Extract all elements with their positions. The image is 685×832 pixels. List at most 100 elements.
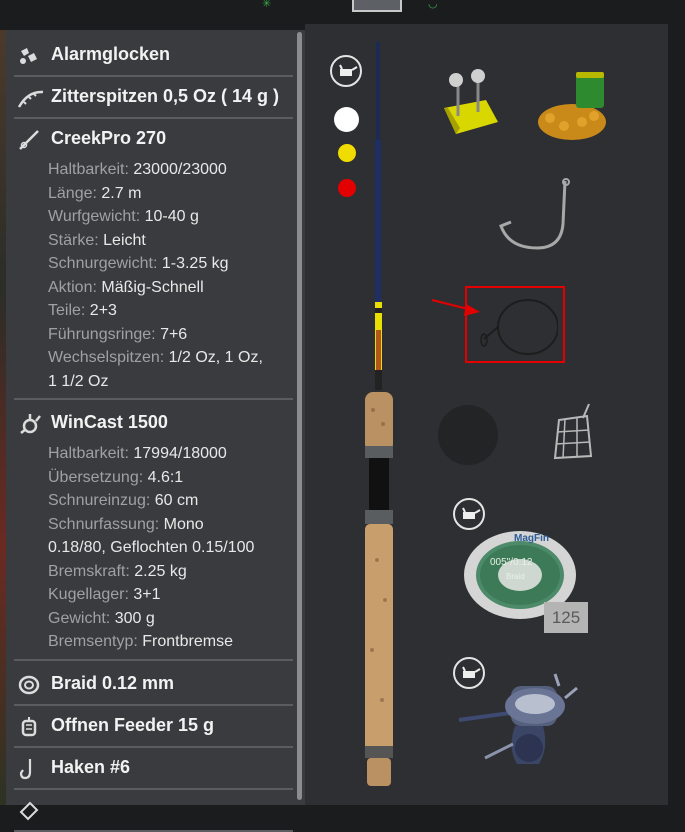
empty-slot-sinker[interactable] xyxy=(438,405,498,465)
detail-key: Bremsentyp: xyxy=(48,633,143,650)
item-title: Haken #6 xyxy=(51,757,131,777)
detail-value: Mono xyxy=(163,515,204,533)
quiver-tip-icon xyxy=(17,87,44,109)
detail-key: Bremskraft: xyxy=(48,562,135,580)
detail-row: Haltbarkeit: 23000/23000 xyxy=(48,158,298,182)
detail-value: 17994/18000 xyxy=(133,445,227,462)
bobber-yellow-dot[interactable] xyxy=(338,144,356,162)
item-title: Alarmglocken xyxy=(51,44,171,64)
background-edge xyxy=(0,30,6,805)
detail-key: Schnureinzug: xyxy=(48,492,155,509)
detail-row: Kugellager: 3+1 xyxy=(48,583,298,607)
detail-key: Haltbarkeit: xyxy=(48,445,134,462)
detail-row: Führungsringe: 7+6 xyxy=(48,323,298,347)
oil-can-icon xyxy=(339,64,358,76)
detail-value: 2.7 m xyxy=(101,184,142,202)
feeder-image[interactable] xyxy=(551,402,595,462)
detail-key: Übersetzung: xyxy=(48,468,148,486)
detail-value: Frontbremse xyxy=(142,633,233,650)
oil-can-icon xyxy=(462,507,481,519)
detail-key: Schnurfassung: xyxy=(48,515,164,533)
detail-row: Gewicht: 300 g xyxy=(48,607,298,631)
bite-alarm-image[interactable] xyxy=(438,68,504,140)
detail-row: Stärke: Leicht xyxy=(48,229,298,253)
line-spool-icon xyxy=(18,674,40,696)
reel-details: Haltbarkeit: 17994/18000 Übersetzung: 4.6… xyxy=(48,442,298,654)
detail-row: Bremsentyp: Frontbremse xyxy=(48,630,298,654)
detail-row: Haltbarkeit: 17994/18000 xyxy=(48,442,298,466)
reel-icon xyxy=(18,413,41,435)
detail-key: Teile: xyxy=(48,302,90,319)
hook-image[interactable] xyxy=(495,178,575,254)
detail-row: Schnureinzug: 60 cm xyxy=(48,489,298,513)
bell-icon xyxy=(18,45,40,67)
reel-image[interactable] xyxy=(455,668,585,778)
bait-image[interactable] xyxy=(536,70,608,142)
detail-value: 1-3.25 kg xyxy=(161,255,229,272)
detail-row: 1 1/2 Oz xyxy=(48,370,298,394)
detail-value: 60 cm xyxy=(154,492,199,509)
detail-key: Führungsringe: xyxy=(48,325,161,343)
detail-row: Teile: 2+3 xyxy=(48,299,298,323)
detail-key: Schnurgewicht: xyxy=(48,255,162,272)
line-length-badge: 125 xyxy=(544,602,588,633)
detail-key: Wechselspitzen: xyxy=(48,349,169,366)
detail-key: Kugellager: xyxy=(48,586,134,603)
item-title: WinCast 1500 xyxy=(51,412,168,432)
top-strip xyxy=(0,0,685,24)
feeder-icon xyxy=(18,716,40,738)
bobber-red-dot[interactable] xyxy=(338,179,356,197)
detail-value: 10-40 g xyxy=(144,208,199,225)
detail-value: 300 g xyxy=(114,609,155,627)
top-tab[interactable] xyxy=(352,0,402,12)
list-scrollbar[interactable] xyxy=(297,32,302,800)
list-item-feeder[interactable]: Offnen Feeder 15 g xyxy=(14,704,293,748)
detail-value: 4.6:1 xyxy=(147,468,184,486)
detail-key: Länge: xyxy=(48,184,102,202)
item-title: Offnen Feeder 15 g xyxy=(51,715,215,735)
item-title: CreekPro 270 xyxy=(51,128,167,148)
detail-value: 23000/23000 xyxy=(133,161,227,178)
detail-value: 1/2 Oz, 1 Oz, xyxy=(168,349,263,366)
rod-details: Haltbarkeit: 23000/23000 Länge: 2.7 m Wurf… xyxy=(48,158,298,393)
partial-item-icon xyxy=(18,800,40,822)
list-item-line[interactable]: Braid 0.12 mm xyxy=(14,662,293,706)
detail-value: 3+1 xyxy=(133,586,161,603)
detail-value: Mäßig-Schnell xyxy=(101,278,204,296)
top-marker-left: ✳ xyxy=(262,0,272,10)
spool-size-label: 005"/0.12 xyxy=(490,557,533,568)
detail-value: 2.25 kg xyxy=(134,562,187,580)
spool-type-label: Braid xyxy=(506,572,525,581)
bobber-white-dot[interactable] xyxy=(334,107,359,132)
detail-key: Wurfgewicht: xyxy=(48,208,145,225)
detail-row: Wechselspitzen: 1/2 Oz, 1 Oz, xyxy=(48,346,298,370)
detail-row: Übersetzung: 4.6:1 xyxy=(48,466,298,490)
detail-key: Stärke: xyxy=(48,231,104,249)
hook-icon xyxy=(18,758,40,780)
detail-key: Gewicht: xyxy=(48,609,115,627)
list-item-quiver-tips[interactable]: Zitterspitzen 0,5 Oz ( 14 g ) xyxy=(14,75,293,119)
rod-image xyxy=(365,42,393,786)
detail-key: Haltbarkeit: xyxy=(48,161,134,178)
oil-can-button-rod[interactable] xyxy=(330,55,362,87)
detail-value: 2+3 xyxy=(89,302,117,319)
detail-row: Schnurgewicht: 1-3.25 kg xyxy=(48,252,298,276)
detail-value: Leicht xyxy=(103,231,146,249)
list-item-alarm-bells[interactable]: Alarmglocken xyxy=(14,33,293,77)
rod-icon xyxy=(18,129,40,151)
spool-brand-label: MagFin xyxy=(514,533,549,544)
detail-row: Schnurfassung: Mono xyxy=(48,513,298,537)
item-title: Zitterspitzen 0,5 Oz ( 14 g ) xyxy=(51,86,280,106)
detail-key: Aktion: xyxy=(48,278,102,296)
detail-row: Bremskraft: 2.25 kg xyxy=(48,560,298,584)
list-item-partial[interactable] xyxy=(14,788,293,832)
item-title: Braid 0.12 mm xyxy=(51,673,175,693)
list-item-hook[interactable]: Haken #6 xyxy=(14,746,293,790)
pointer-arrow xyxy=(431,299,480,316)
detail-row: 0.18/80, Geflochten 0.15/100 xyxy=(48,536,298,560)
detail-row: Länge: 2.7 m xyxy=(48,182,298,206)
detail-row: Aktion: Mäßig-Schnell xyxy=(48,276,298,300)
detail-row: Wurfgewicht: 10-40 g xyxy=(48,205,298,229)
detail-value: 0.18/80, Geflochten 0.15/100 xyxy=(48,539,255,556)
detail-value: 7+6 xyxy=(160,325,188,343)
